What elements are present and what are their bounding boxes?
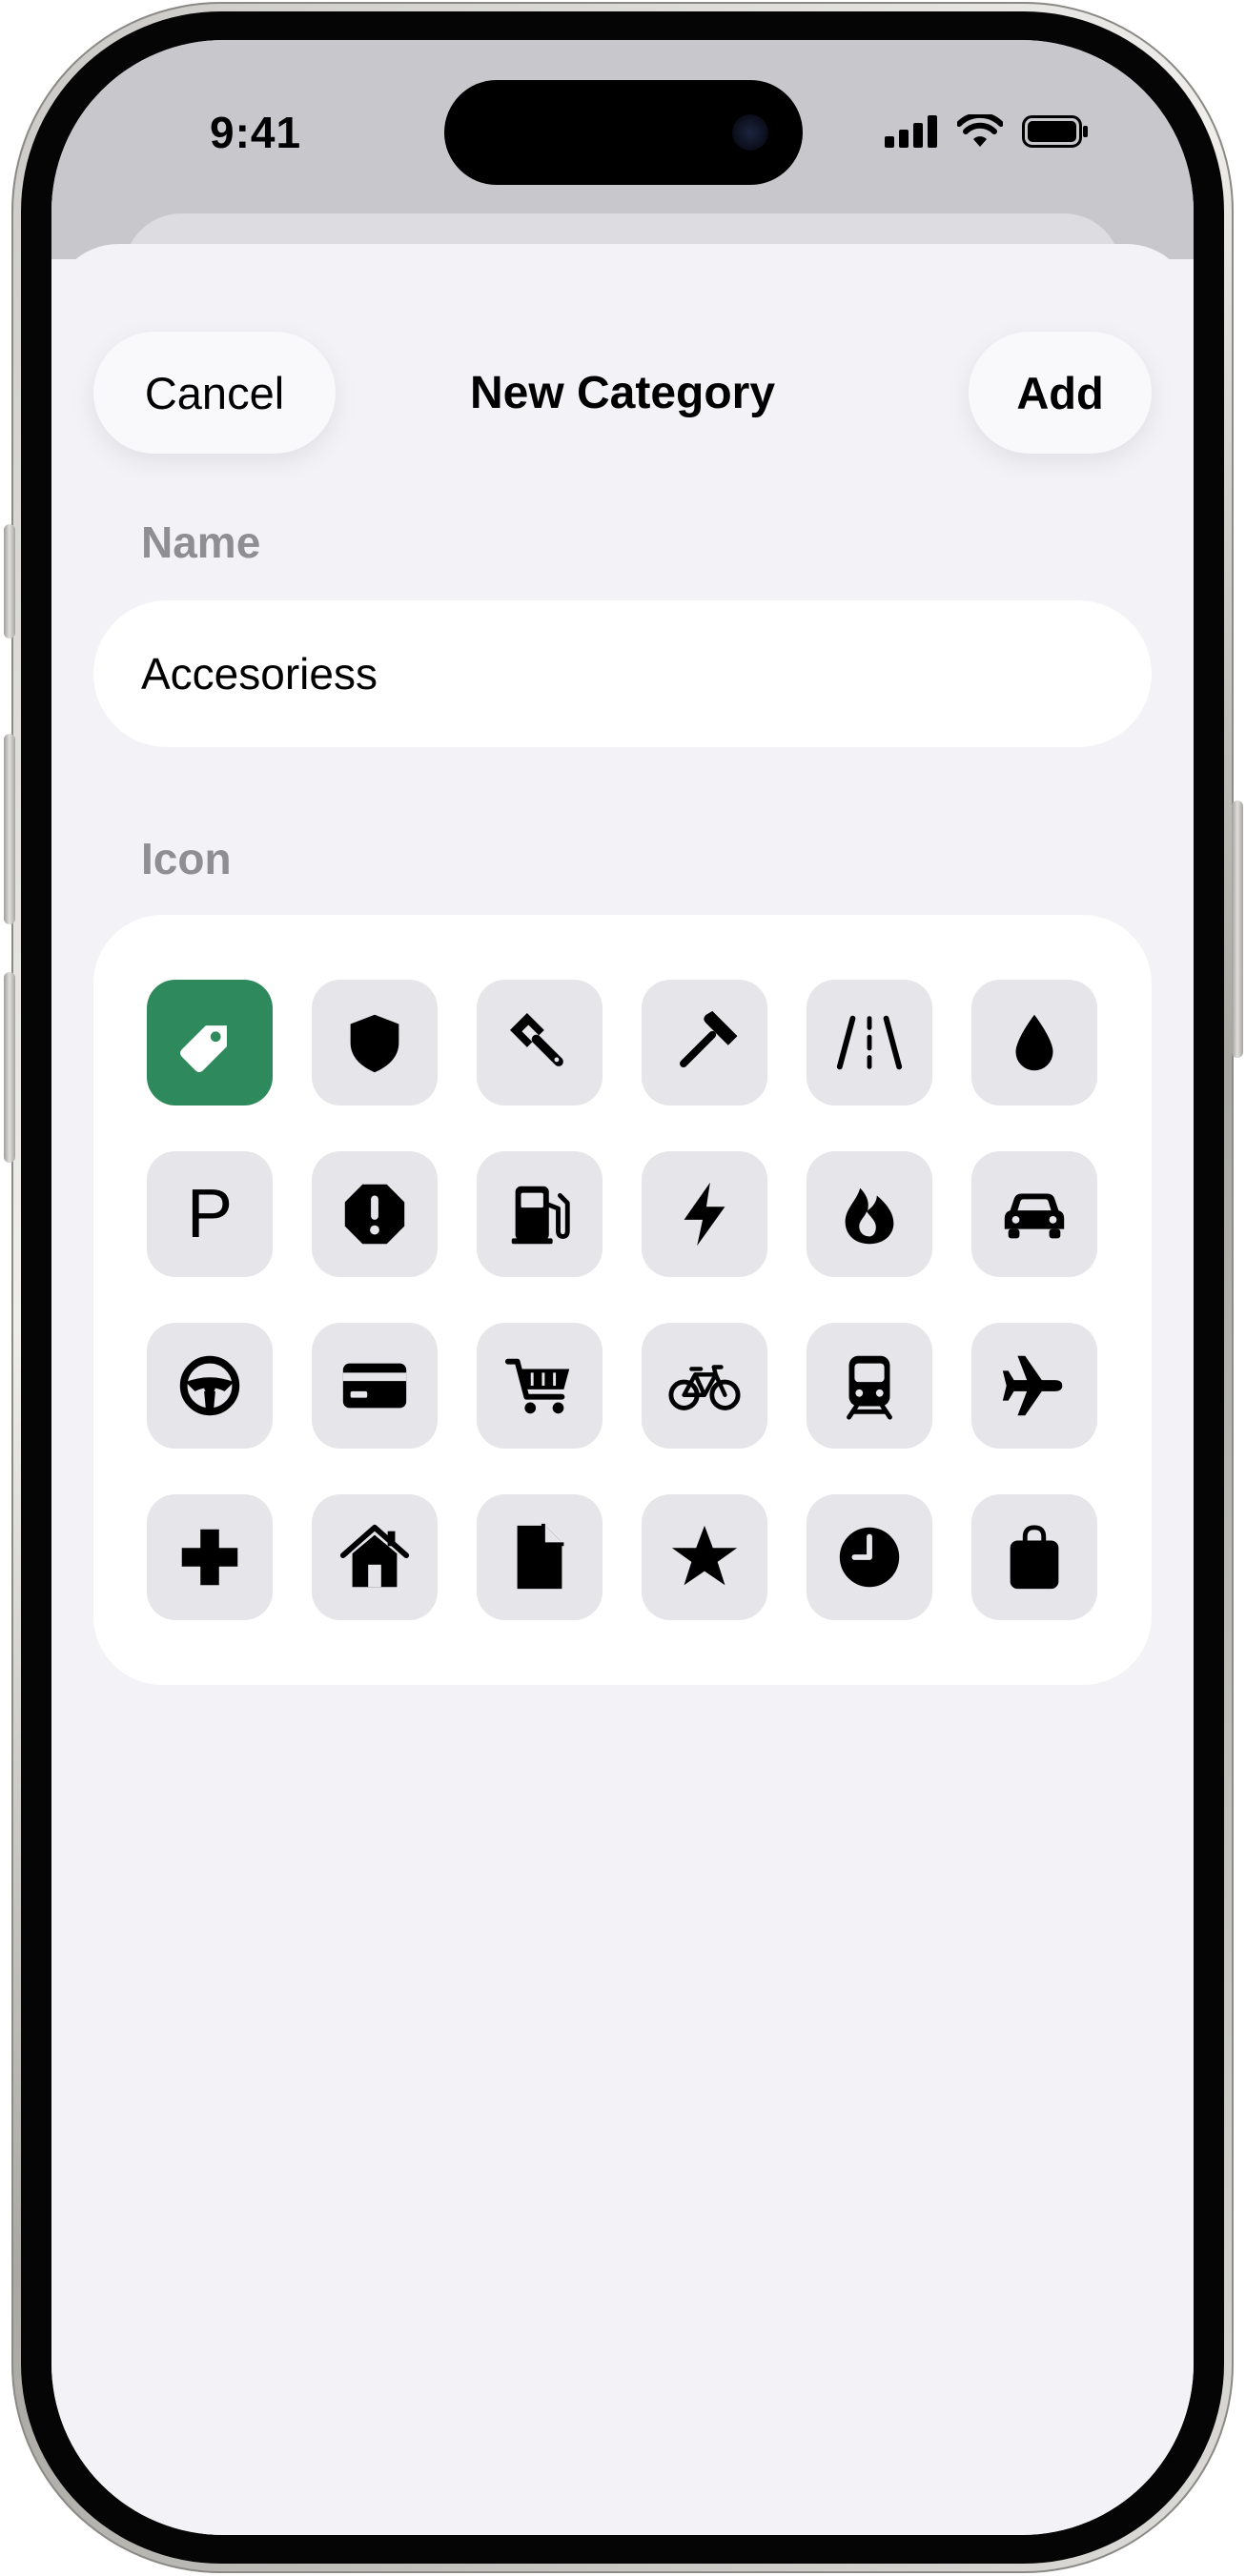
icon-option-clock[interactable]	[807, 1494, 932, 1620]
steering-wheel-icon	[179, 1355, 240, 1416]
icon-option-steering-wheel[interactable]	[147, 1323, 273, 1449]
icon-option-tram[interactable]	[807, 1323, 932, 1449]
icon-option-drop[interactable]	[971, 980, 1097, 1105]
icon-option-bicycle[interactable]	[642, 1323, 767, 1449]
power-button	[1232, 801, 1243, 1058]
icon-option-airplane[interactable]	[971, 1323, 1097, 1449]
status-time: 9:41	[210, 108, 302, 157]
medical-cross-icon	[181, 1529, 238, 1586]
tag-icon	[179, 1025, 227, 1073]
cellular-signal-icon	[885, 115, 937, 148]
shopping-bag-icon	[1010, 1525, 1059, 1590]
shopping-cart-icon	[504, 1358, 570, 1414]
icon-option-tag[interactable]	[147, 980, 273, 1105]
name-section-label: Name	[141, 517, 261, 567]
icon-option-warning-octagon[interactable]	[312, 1151, 438, 1277]
flame-icon	[845, 1187, 894, 1245]
wifi-icon	[957, 114, 1003, 147]
sheet-title: New Category	[469, 367, 776, 418]
icon-option-document[interactable]	[477, 1494, 603, 1620]
status-icons	[885, 114, 1089, 149]
icon-option-shopping-cart[interactable]	[477, 1323, 603, 1449]
icon-option-flame[interactable]	[807, 1151, 932, 1277]
dynamic-island	[444, 80, 803, 185]
document-icon	[517, 1523, 564, 1590]
add-button[interactable]: Add	[969, 332, 1152, 454]
volume-up-button	[4, 734, 15, 924]
icon-option-bolt[interactable]	[642, 1151, 767, 1277]
icon-option-house[interactable]	[312, 1494, 438, 1620]
fuel-pump-icon	[511, 1186, 570, 1245]
bolt-icon	[684, 1182, 725, 1247]
device-canvas: 9:41 Cancel New Category Add Name Acceso…	[0, 0, 1246, 2576]
icon-section-label: Icon	[141, 834, 232, 883]
icon-option-cross[interactable]	[147, 1494, 273, 1620]
hammer-icon	[680, 1010, 738, 1067]
clock-icon	[839, 1527, 900, 1588]
credit-card-icon	[342, 1363, 407, 1409]
airplane-icon	[1002, 1355, 1063, 1416]
cancel-button[interactable]: Cancel	[93, 332, 336, 454]
icon-option-shopping-bag[interactable]	[971, 1494, 1097, 1620]
shield-icon	[350, 1014, 399, 1073]
warning-octagon-icon	[344, 1184, 405, 1245]
icon-option-fuel-pump[interactable]	[477, 1151, 603, 1277]
drop-icon	[1015, 1014, 1053, 1071]
icon-option-star[interactable]	[642, 1494, 767, 1620]
icon-grid: P	[147, 980, 1097, 1620]
parking-icon: P	[186, 1176, 234, 1252]
wrench-icon	[509, 1012, 563, 1066]
battery-icon	[1022, 115, 1088, 148]
road-lanes-icon	[836, 1015, 903, 1070]
icon-option-shield[interactable]	[312, 980, 438, 1105]
front-camera-icon	[732, 114, 768, 151]
icon-option-parking[interactable]: P	[147, 1151, 273, 1277]
bicycle-icon	[668, 1365, 741, 1410]
house-icon	[339, 1524, 410, 1588]
icon-option-hammer[interactable]	[642, 980, 767, 1105]
icon-option-wrench[interactable]	[477, 980, 603, 1105]
name-input[interactable]	[93, 600, 1152, 747]
car-icon	[1004, 1193, 1065, 1239]
volume-down-button	[4, 972, 15, 1163]
icon-option-credit-card[interactable]	[312, 1323, 438, 1449]
new-category-sheet: Cancel New Category Add Name Icon	[51, 244, 1194, 2535]
star-icon	[671, 1525, 738, 1586]
icon-picker: P	[93, 915, 1152, 1685]
screen: 9:41 Cancel New Category Add Name Acceso…	[51, 40, 1194, 2535]
icon-option-car[interactable]	[971, 1151, 1097, 1277]
tram-icon	[847, 1355, 892, 1420]
icon-option-road-lanes[interactable]	[807, 980, 932, 1105]
action-button	[4, 524, 15, 639]
